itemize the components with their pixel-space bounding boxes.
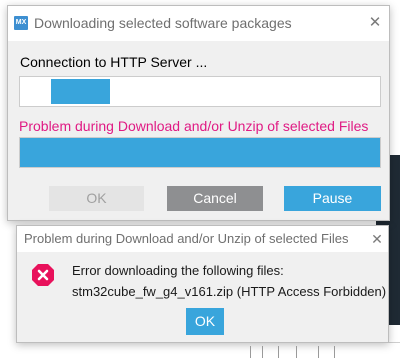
background-bottom-strip xyxy=(240,342,400,363)
error-message-line-2: stm32cube_fw_g4_v161.zip (HTTP Access Fo… xyxy=(72,284,387,299)
pause-button[interactable]: Pause xyxy=(284,186,381,211)
background-tick xyxy=(334,346,335,358)
error-dialog-title-bar: Problem during Download and/or Unzip of … xyxy=(17,226,388,252)
cancel-button[interactable]: Cancel xyxy=(167,186,263,211)
background-tick xyxy=(250,346,251,358)
background-tick xyxy=(278,346,279,358)
app-icon: MX xyxy=(14,16,28,30)
connection-status-label: Connection to HTTP Server ... xyxy=(20,54,208,70)
ok-button-disabled[interactable]: OK xyxy=(49,186,144,211)
background-tick xyxy=(262,346,263,358)
background-tick xyxy=(318,346,319,358)
error-icon xyxy=(32,264,54,286)
download-progress-dialog: MX Downloading selected software package… xyxy=(7,5,390,221)
error-message-line-1: Error downloading the following files: xyxy=(72,263,284,278)
error-dialog: Problem during Download and/or Unzip of … xyxy=(16,225,389,343)
download-progress-bar xyxy=(19,137,381,168)
close-icon[interactable]: ✕ xyxy=(367,228,387,250)
download-error-label: Problem during Download and/or Unzip of … xyxy=(19,118,369,134)
dialog-title: Downloading selected software packages xyxy=(34,15,292,31)
close-icon[interactable]: ✕ xyxy=(364,11,386,35)
dialog-title-bar: MX Downloading selected software package… xyxy=(8,6,389,41)
connection-progress-bar xyxy=(19,76,381,107)
error-ok-button[interactable]: OK xyxy=(186,308,224,335)
background-tick xyxy=(296,346,297,358)
connection-progress-fill xyxy=(51,79,110,104)
error-dialog-title: Problem during Download and/or Unzip of … xyxy=(24,231,349,246)
download-progress-fill xyxy=(20,138,380,167)
